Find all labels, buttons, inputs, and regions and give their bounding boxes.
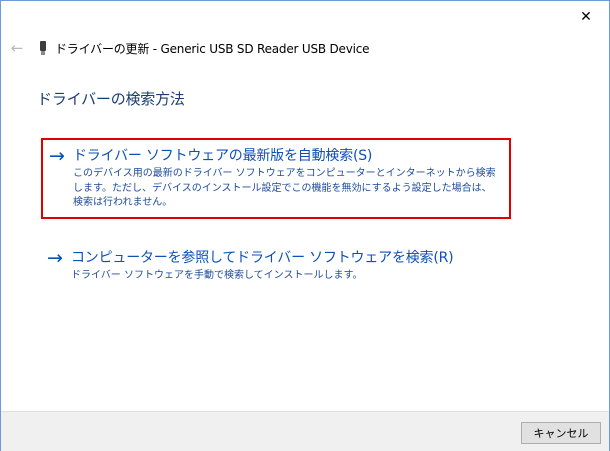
cancel-button[interactable]: キャンセル	[521, 422, 601, 444]
nav-bar: ← ドライバーの更新 - Generic USB SD Reader USB D…	[1, 32, 609, 64]
close-icon: ✕	[580, 8, 592, 25]
auto-search-option[interactable]: → ドライバー ソフトウェアの最新版を自動検索(S) このデバイス用の最新のドラ…	[41, 138, 511, 219]
window-title: ドライバーの更新 - Generic USB SD Reader USB Dev…	[55, 41, 370, 56]
auto-search-description: このデバイス用の最新のドライバー ソフトウェアをコンピューターとインターネットか…	[73, 168, 496, 208]
auto-search-title: ドライバー ソフトウェアの最新版を自動検索(S)	[73, 148, 373, 164]
close-button[interactable]: ✕	[563, 1, 609, 32]
right-arrow-icon: →	[49, 145, 65, 167]
browse-computer-description: ドライバー ソフトウェアを手動で検索してインストールします。	[71, 270, 363, 281]
usb-device-icon	[39, 41, 47, 55]
back-arrow-icon: ←	[10, 39, 24, 57]
title-bar: ✕	[1, 1, 609, 33]
back-button[interactable]: ←	[2, 33, 32, 63]
driver-update-dialog: ✕ ← ドライバーの更新 - Generic USB SD Reader USB…	[0, 0, 610, 451]
right-arrow-icon: →	[47, 247, 63, 269]
browse-computer-title: コンピューターを参照してドライバー ソフトウェアを検索(R)	[71, 250, 454, 266]
browse-computer-option[interactable]: → コンピューターを参照してドライバー ソフトウェアを検索(R) ドライバー ソ…	[41, 242, 511, 290]
dialog-footer: キャンセル	[1, 411, 609, 451]
page-heading: ドライバーの検索方法	[37, 90, 185, 108]
